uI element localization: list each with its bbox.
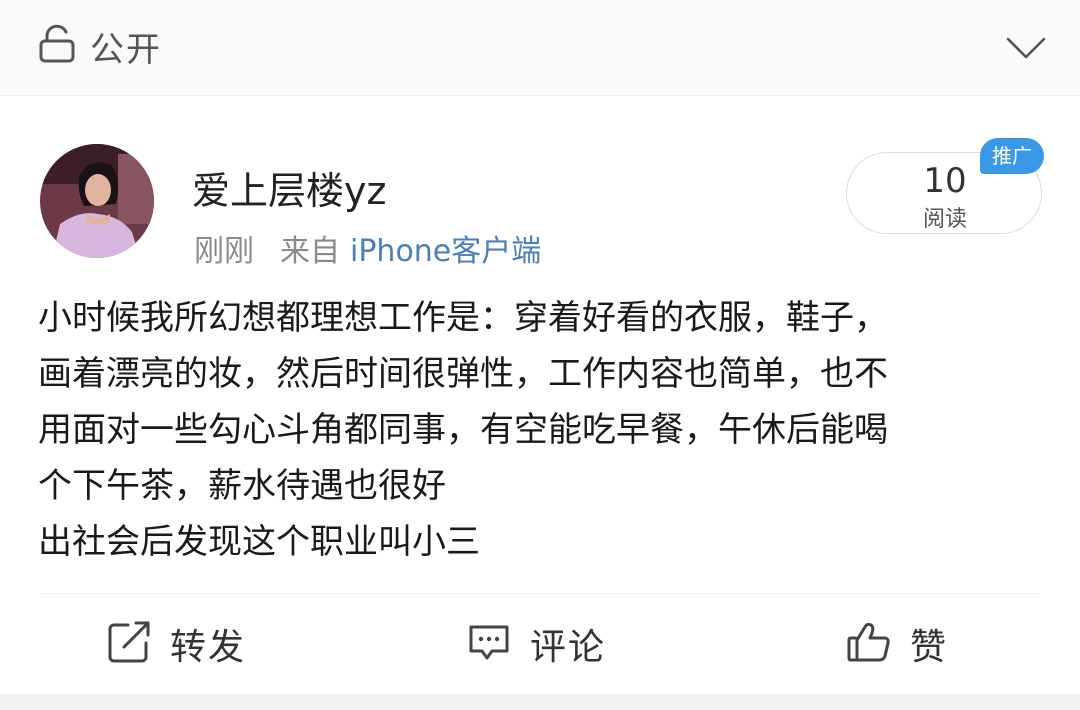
post-body: 小时候我所幻想都理想工作是：穿着好看的衣服，鞋子， 画着漂亮的妆，然后时间很弹性…: [38, 290, 1048, 570]
lock-open-icon: [38, 24, 76, 68]
repost-icon: [106, 619, 152, 669]
bottom-separator: [0, 694, 1080, 710]
post-body-line: 个下午茶，薪水待遇也很好: [38, 466, 446, 506]
like-button[interactable]: 赞: [846, 612, 948, 676]
source-prefix: 来自: [280, 234, 340, 269]
chevron-down-icon[interactable]: [1004, 26, 1048, 70]
post-body-line: 小时候我所幻想都理想工作是：穿着好看的衣服，鞋子，: [38, 298, 888, 338]
promote-badge[interactable]: 推广: [980, 138, 1044, 174]
repost-label: 转发: [170, 627, 247, 668]
post-body-line: 用面对一些勾心斗角都同事，有空能吃早餐，午休后能喝: [38, 410, 888, 450]
comment-icon: [466, 619, 512, 669]
source-client-link[interactable]: iPhone客户端: [350, 226, 541, 270]
visibility-label: 公开: [90, 29, 162, 70]
post-meta: 刚刚 来自 iPhone客户端: [194, 226, 541, 270]
action-divider: [40, 593, 1040, 594]
post-source: 来自 iPhone客户端: [280, 226, 541, 270]
username[interactable]: 爱上层楼yz: [192, 160, 386, 215]
top-bar: 公开: [0, 0, 1080, 96]
repost-button[interactable]: 转发: [106, 612, 246, 676]
comment-label: 评论: [530, 627, 607, 668]
post-body-line: 出社会后发现这个职业叫小三: [38, 522, 480, 562]
read-label: 阅读: [922, 207, 967, 232]
avatar[interactable]: [40, 144, 154, 258]
post-body-line: 画着漂亮的妆，然后时间很弹性，工作内容也简单，也不: [38, 354, 888, 394]
like-label: 赞: [910, 627, 949, 668]
thumbs-up-icon: [846, 619, 892, 669]
comment-button[interactable]: 评论: [466, 612, 606, 676]
post-time: 刚刚: [194, 234, 254, 269]
visibility-selector[interactable]: 公开: [38, 24, 162, 70]
